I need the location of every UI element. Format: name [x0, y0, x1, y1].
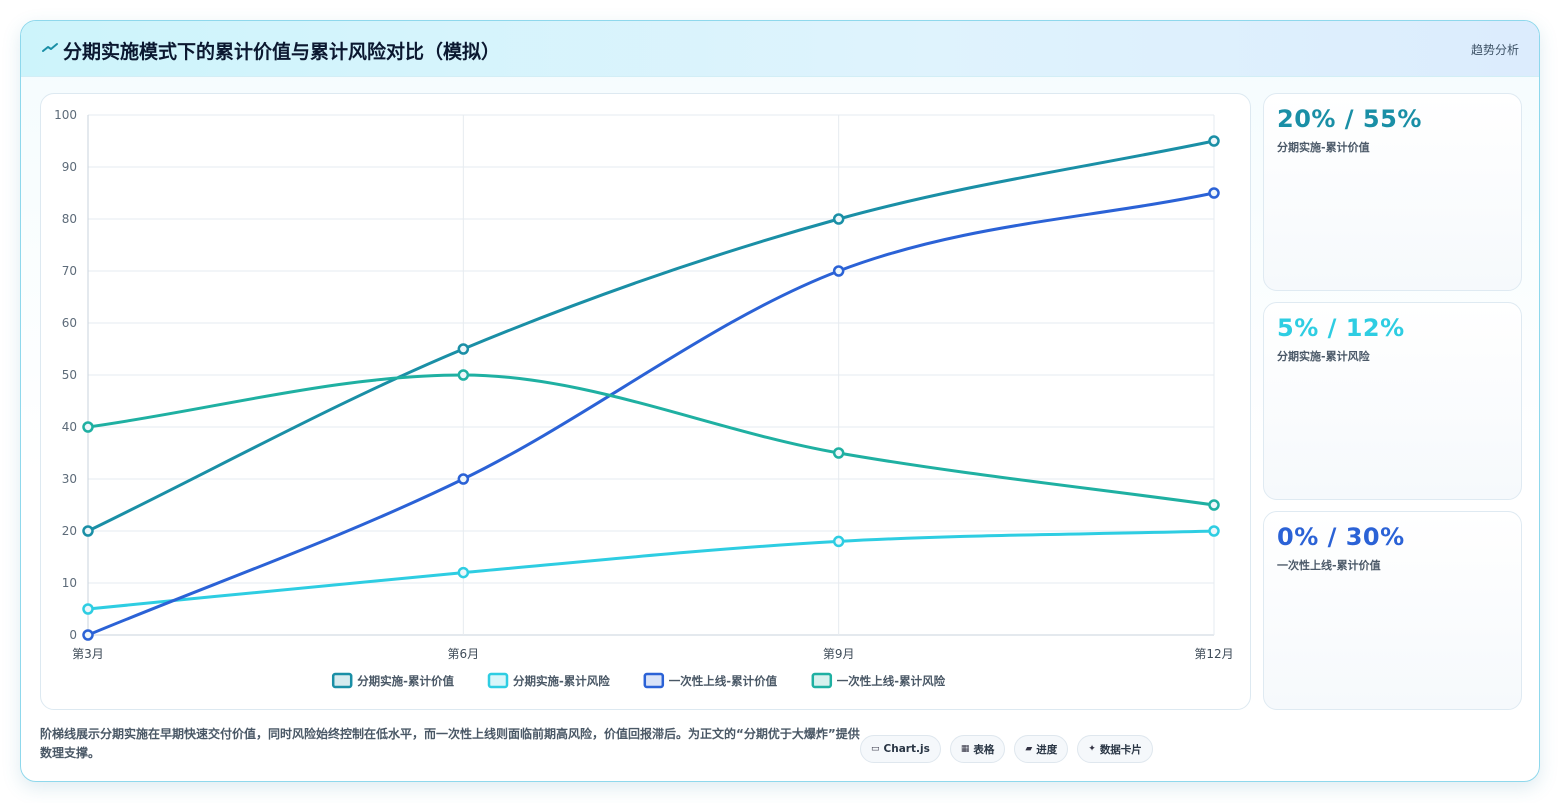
data-point	[82, 525, 94, 537]
legend-label: 一次性上线-累计风险	[837, 674, 946, 688]
chip-label: 表格	[973, 743, 995, 756]
data-point	[1208, 187, 1220, 199]
data-point	[1208, 135, 1220, 147]
y-tick-label: 80	[62, 212, 77, 226]
stat-value: 20% / 55%	[1277, 105, 1422, 133]
stat-card-value-bigbang: 0% / 30% 一次性上线-累计价值	[1263, 511, 1522, 710]
data-point	[82, 421, 94, 433]
legend-label: 分期实施-累计价值	[357, 674, 454, 688]
tech-chips: ▭ Chart.js ▦ 表格 ▰ 进度 ✦ 数据卡片	[860, 735, 1153, 763]
y-tick-label: 50	[62, 368, 77, 382]
trend-analysis-tag: 趋势分析	[1470, 43, 1519, 57]
y-tick-label: 40	[62, 420, 77, 434]
chip-label: 进度	[1036, 743, 1058, 756]
x-tick-label: 第12月	[1194, 647, 1233, 661]
legend-label: 一次性上线-累计价值	[669, 674, 778, 688]
data-point	[457, 343, 470, 355]
stat-card-risk-staged: 5% / 12% 分期实施-累计风险	[1263, 302, 1522, 500]
x-tick-label: 第6月	[448, 647, 480, 661]
series-line-2	[86, 191, 1216, 637]
stat-label: 分期实施-累计风险	[1277, 350, 1370, 363]
x-tick-label: 第9月	[823, 647, 855, 661]
chart-panel: 0 10 20 30 40 50 60 70 80 90 100 第3月 第6月 第9月 第12月分期实施-…	[40, 93, 1251, 710]
sparkle-icon: ✦	[1088, 744, 1096, 754]
series-line-0	[86, 139, 1216, 533]
data-point	[832, 213, 845, 225]
stat-value: 5% / 12%	[1277, 314, 1405, 342]
series-line-1	[86, 529, 1216, 611]
chip-chartjs[interactable]: ▭ Chart.js	[860, 735, 941, 763]
legend-swatch	[331, 672, 353, 689]
legend-swatch	[811, 672, 833, 689]
line-chart: 0 10 20 30 40 50 60 70 80 90 100 第3月 第6月 第9月 第12月分期实施-…	[54, 108, 1234, 689]
y-tick-label: 70	[62, 264, 77, 278]
data-point	[1208, 499, 1220, 511]
data-point	[82, 603, 94, 615]
chip-table[interactable]: ▦ 表格	[949, 735, 1006, 763]
card-title: 分期实施模式下的累计价值与累计风险对比（模拟）	[63, 41, 501, 63]
y-tick-label: 60	[62, 316, 77, 330]
chart-icon: ▭	[871, 744, 880, 754]
stat-card-value-staged: 20% / 55% 分期实施-累计价值	[1263, 93, 1522, 291]
trend-icon	[42, 43, 58, 52]
data-point	[82, 629, 94, 641]
x-tick-label: 第3月	[72, 647, 104, 661]
data-point	[832, 265, 845, 277]
y-tick-label: 100	[54, 108, 77, 122]
y-tick-label: 0	[69, 628, 77, 642]
y-tick-label: 10	[62, 576, 77, 590]
stat-value: 0% / 30%	[1277, 523, 1405, 551]
y-tick-label: 90	[62, 160, 77, 174]
chip-label: Chart.js	[883, 743, 930, 755]
table-icon: ▦	[960, 744, 970, 754]
legend-label: 分期实施-累计风险	[513, 674, 610, 688]
data-point	[1208, 525, 1220, 537]
stat-label: 一次性上线-累计价值	[1277, 559, 1381, 572]
series-line-3	[86, 373, 1216, 507]
legend-swatch	[643, 672, 665, 689]
y-tick-label: 30	[62, 472, 77, 486]
data-point	[457, 566, 470, 579]
stat-label: 分期实施-累计价值	[1277, 141, 1370, 154]
data-point	[832, 447, 845, 459]
chart-footnote: 阶梯线展示分期实施在早期快速交付价值，同时风险始终控制在低水平，而一次性上线则面…	[40, 727, 860, 760]
card-header: 分期实施模式下的累计价值与累计风险对比（模拟） 趋势分析	[21, 21, 1539, 77]
y-tick-label: 20	[62, 524, 77, 538]
chip-data-card[interactable]: ✦ 数据卡片	[1077, 735, 1153, 763]
data-point	[832, 535, 845, 548]
data-point	[457, 473, 470, 485]
data-point	[457, 369, 470, 381]
progress-icon: ▰	[1025, 744, 1033, 754]
chip-progress[interactable]: ▰ 进度	[1014, 735, 1069, 763]
legend-swatch	[487, 672, 509, 689]
chart-card: 分期实施模式下的累计价值与累计风险对比（模拟） 趋势分析 0 10 20 30 40 50…	[20, 20, 1540, 782]
chip-label: 数据卡片	[1099, 743, 1142, 756]
